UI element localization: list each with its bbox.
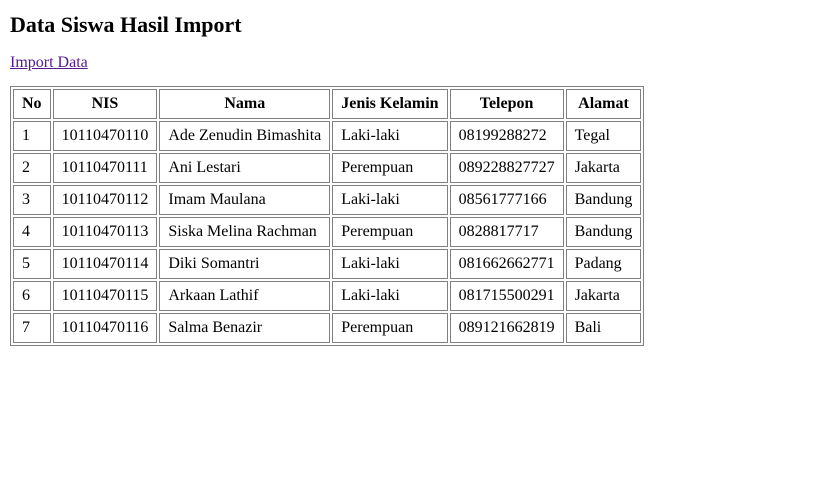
cell-no: 7 [13,313,51,343]
cell-nama: Imam Maulana [159,185,330,215]
table-header-row: No NIS Nama Jenis Kelamin Telepon Alamat [13,89,641,119]
page-title: Data Siswa Hasil Import [10,12,825,38]
cell-alamat: Tegal [566,121,642,151]
cell-jenis-kelamin: Laki-laki [332,249,447,279]
cell-nis: 10110470111 [53,153,158,183]
cell-jenis-kelamin: Perempuan [332,153,447,183]
cell-nama: Diki Somantri [159,249,330,279]
table-body: 1 10110470110 Ade Zenudin Bimashita Laki… [13,121,641,343]
table-row: 5 10110470114 Diki Somantri Laki-laki 08… [13,249,641,279]
header-no: No [13,89,51,119]
cell-jenis-kelamin: Perempuan [332,313,447,343]
cell-alamat: Bandung [566,217,642,247]
cell-no: 2 [13,153,51,183]
student-table: No NIS Nama Jenis Kelamin Telepon Alamat… [10,86,644,346]
cell-jenis-kelamin: Laki-laki [332,121,447,151]
cell-telepon: 081715500291 [450,281,564,311]
cell-jenis-kelamin: Perempuan [332,217,447,247]
cell-nama: Ani Lestari [159,153,330,183]
cell-nama: Arkaan Lathif [159,281,330,311]
cell-telepon: 089121662819 [450,313,564,343]
cell-nis: 10110470114 [53,249,158,279]
cell-jenis-kelamin: Laki-laki [332,185,447,215]
cell-no: 3 [13,185,51,215]
cell-telepon: 08561777166 [450,185,564,215]
header-jenis-kelamin: Jenis Kelamin [332,89,447,119]
cell-nama: Salma Benazir [159,313,330,343]
table-row: 7 10110470116 Salma Benazir Perempuan 08… [13,313,641,343]
cell-jenis-kelamin: Laki-laki [332,281,447,311]
cell-telepon: 0828817717 [450,217,564,247]
header-nis: NIS [53,89,158,119]
cell-telepon: 081662662771 [450,249,564,279]
cell-alamat: Bandung [566,185,642,215]
cell-no: 5 [13,249,51,279]
table-row: 1 10110470110 Ade Zenudin Bimashita Laki… [13,121,641,151]
cell-nama: Siska Melina Rachman [159,217,330,247]
cell-alamat: Jakarta [566,281,642,311]
header-telepon: Telepon [450,89,564,119]
cell-nis: 10110470115 [53,281,158,311]
header-nama: Nama [159,89,330,119]
cell-alamat: Jakarta [566,153,642,183]
table-row: 6 10110470115 Arkaan Lathif Laki-laki 08… [13,281,641,311]
cell-telepon: 08199288272 [450,121,564,151]
import-data-link[interactable]: Import Data [10,54,88,71]
cell-telepon: 089228827727 [450,153,564,183]
header-alamat: Alamat [566,89,642,119]
cell-nis: 10110470110 [53,121,158,151]
cell-alamat: Bali [566,313,642,343]
cell-nis: 10110470116 [53,313,158,343]
table-row: 2 10110470111 Ani Lestari Perempuan 0892… [13,153,641,183]
cell-alamat: Padang [566,249,642,279]
cell-no: 1 [13,121,51,151]
table-row: 4 10110470113 Siska Melina Rachman Perem… [13,217,641,247]
table-row: 3 10110470112 Imam Maulana Laki-laki 085… [13,185,641,215]
cell-no: 6 [13,281,51,311]
cell-nis: 10110470113 [53,217,158,247]
cell-nama: Ade Zenudin Bimashita [159,121,330,151]
cell-nis: 10110470112 [53,185,158,215]
cell-no: 4 [13,217,51,247]
